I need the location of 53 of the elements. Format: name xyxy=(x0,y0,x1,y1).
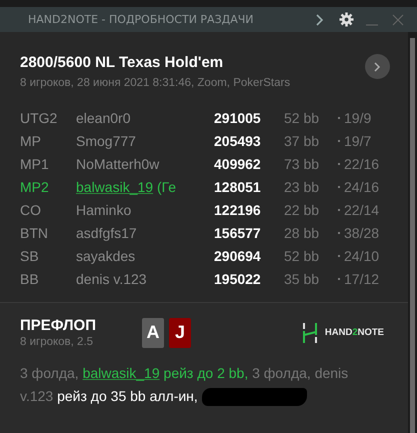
logo-text: HAND2NOTE xyxy=(324,327,384,338)
street-title: ПРЕФЛОП xyxy=(20,317,97,334)
action-description: 3 фолда, balwasik_19 рейз до 2 bb, 3 фолда, denis v.123 рейз до 35 bb алл-ин, xyxy=(20,362,365,408)
stack-value: 156577 xyxy=(214,224,262,240)
player-name: denis v.123 xyxy=(76,270,148,286)
stats-value: 38/28 xyxy=(344,224,380,240)
stack-value: 128051 xyxy=(214,178,262,194)
bb-value: 35 bb xyxy=(284,270,320,286)
stack-value: 195022 xyxy=(214,270,262,286)
position-label: BTN xyxy=(20,224,49,240)
player-name: asdfgfs17 xyxy=(76,224,138,240)
logo-icon xyxy=(302,322,317,342)
stack-value: 205493 xyxy=(214,132,262,148)
player-name: NoMatterh0w xyxy=(76,156,160,172)
bb-value: 37 bb xyxy=(284,132,320,148)
stats-value: 22/14 xyxy=(344,202,380,218)
stats-value: 22/16 xyxy=(344,156,380,172)
bb-value: 52 bb xyxy=(284,110,320,126)
player-name: sayakdes xyxy=(76,248,136,264)
bb-value: 23 bb xyxy=(284,178,320,194)
position-label: UTG2 xyxy=(20,110,58,126)
stats-value: 24/10 xyxy=(344,248,380,264)
player-link[interactable]: balwasik_19 xyxy=(82,365,160,381)
player-name: elean0r0 xyxy=(76,110,132,126)
hand-title: 2800/5600 NL Texas Hold'em xyxy=(20,54,224,71)
stack-value: 291005 xyxy=(214,110,262,126)
stats-value: 19/7 xyxy=(344,132,372,148)
position-label: SB xyxy=(20,248,40,264)
stack-value: 290694 xyxy=(214,248,262,264)
playing-card: A xyxy=(142,318,164,348)
bb-value: 73 bb xyxy=(284,156,320,172)
window-title: HAND2NOTE - ПОДРОБНОСТИ РАЗДАЧИ xyxy=(28,13,255,26)
player-name: Smog777 xyxy=(76,132,137,148)
player-name: Haminko xyxy=(76,202,132,218)
stats-value: 17/12 xyxy=(344,270,380,286)
stats-value: 19/9 xyxy=(344,110,372,126)
position-label: MP xyxy=(20,132,42,148)
stack-value: 409962 xyxy=(214,156,262,172)
position-label: MP2 xyxy=(20,178,50,194)
bb-value: 22 bb xyxy=(284,202,320,218)
chevron-icon xyxy=(374,62,381,72)
position-label: BB xyxy=(20,270,40,286)
hand-subtitle: 8 игроков, 28 июня 2021 8:31:46, Zoom, PokerStars xyxy=(20,77,292,89)
playing-card: J xyxy=(169,318,191,348)
stats-value: 24/16 xyxy=(344,178,380,194)
position-label: MP1 xyxy=(20,156,50,172)
position-label: CO xyxy=(20,202,42,218)
bb-value: 52 bb xyxy=(284,248,320,264)
bb-value: 28 bb xyxy=(284,224,320,240)
street-subtitle: 8 игроков, 2.5 xyxy=(20,336,94,348)
player-name[interactable]: balwasik_19 (Ге xyxy=(76,178,214,194)
stack-value: 122196 xyxy=(214,202,262,218)
next-button[interactable] xyxy=(365,54,390,79)
